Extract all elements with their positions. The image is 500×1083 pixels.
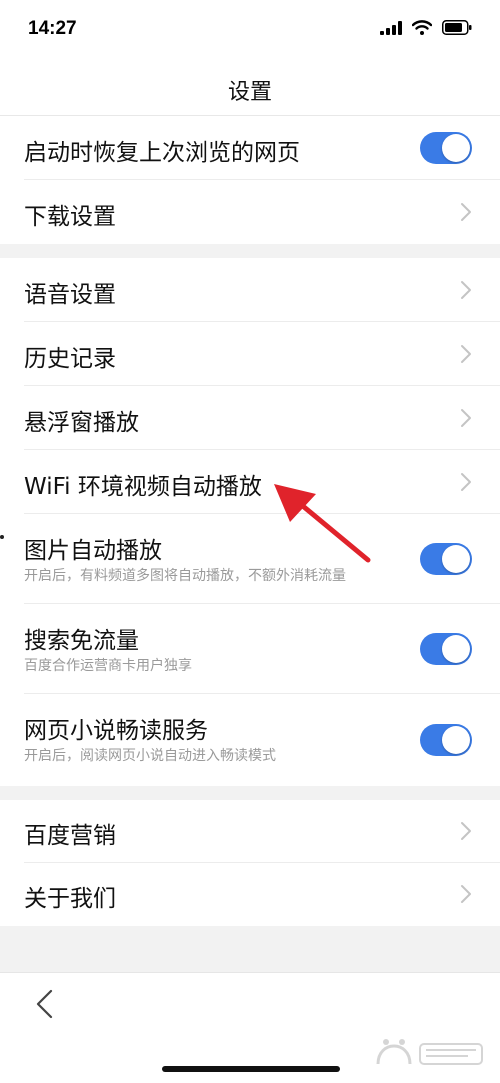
setting-label: 下载设置	[24, 204, 116, 230]
setting-row-restore-pages[interactable]: 启动时恢复上次浏览的网页	[0, 116, 500, 180]
toggle-switch[interactable]	[420, 132, 472, 164]
setting-row-novel-reading[interactable]: 网页小说畅读服务 开启后，阅读网页小说自动进入畅读模式	[0, 694, 500, 786]
toggle-switch[interactable]	[420, 543, 472, 575]
setting-label: 悬浮窗播放	[24, 410, 139, 436]
wifi-icon	[412, 20, 432, 35]
stray-dot	[0, 535, 4, 539]
setting-label: 网页小说畅读服务	[24, 718, 208, 744]
chevron-right-icon	[461, 885, 471, 903]
toggle-switch[interactable]	[420, 633, 472, 665]
setting-row-download[interactable]: 下载设置	[0, 180, 500, 244]
battery-icon	[442, 20, 472, 35]
setting-row-about-us[interactable]: 关于我们	[0, 863, 500, 926]
section-gap	[0, 786, 500, 800]
setting-label: 搜索免流量	[24, 628, 139, 654]
setting-row-image-autoplay[interactable]: 图片自动播放 开启后，有料频道多图将自动播放，不额外消耗流量	[0, 514, 500, 604]
toggle-knob	[442, 635, 470, 663]
setting-label: 图片自动播放	[24, 538, 162, 564]
toggle-knob	[442, 726, 470, 754]
setting-label: 历史记录	[24, 346, 116, 372]
chevron-right-icon	[461, 473, 471, 491]
section-gap	[0, 926, 500, 972]
chevron-right-icon	[461, 822, 471, 840]
setting-label: 百度营销	[24, 823, 116, 849]
setting-label: 关于我们	[24, 886, 116, 912]
annotation-arrow-icon	[274, 484, 371, 563]
nav-bar: 设置	[0, 60, 500, 116]
back-button[interactable]	[32, 988, 56, 1020]
toggle-knob	[442, 134, 470, 162]
setting-description: 百度合作运营商卡用户独享	[24, 658, 192, 674]
signal-icon	[380, 20, 402, 35]
setting-row-wifi-autoplay[interactable]: WiFi 环境视频自动播放	[0, 450, 500, 514]
chevron-right-icon	[461, 409, 471, 427]
watermark-logo	[376, 1039, 483, 1065]
toggle-knob	[442, 545, 470, 573]
chevron-right-icon	[461, 345, 471, 363]
setting-row-voice[interactable]: 语音设置	[0, 258, 500, 322]
toolbar-divider	[0, 972, 500, 973]
home-indicator[interactable]	[162, 1066, 340, 1072]
chevron-right-icon	[461, 281, 471, 299]
setting-row-floating-window[interactable]: 悬浮窗播放	[0, 386, 500, 450]
status-icons	[380, 20, 472, 35]
section-gap	[0, 244, 500, 258]
setting-description: 开启后，阅读网页小说自动进入畅读模式	[24, 748, 276, 764]
setting-row-history[interactable]: 历史记录	[0, 322, 500, 386]
toggle-switch[interactable]	[420, 724, 472, 756]
status-time: 14:27	[28, 18, 77, 39]
setting-description: 开启后，有料频道多图将自动播放，不额外消耗流量	[24, 568, 346, 584]
status-bar: 14:27	[0, 0, 500, 60]
setting-label: 启动时恢复上次浏览的网页	[24, 140, 300, 166]
setting-row-baidu-marketing[interactable]: 百度营销	[0, 800, 500, 863]
page-title: 设置	[227, 80, 272, 105]
setting-label: 语音设置	[24, 282, 116, 308]
setting-label: WiFi 环境视频自动播放	[24, 474, 262, 500]
setting-row-search-free-data[interactable]: 搜索免流量 百度合作运营商卡用户独享	[0, 604, 500, 694]
chevron-right-icon	[461, 203, 471, 221]
